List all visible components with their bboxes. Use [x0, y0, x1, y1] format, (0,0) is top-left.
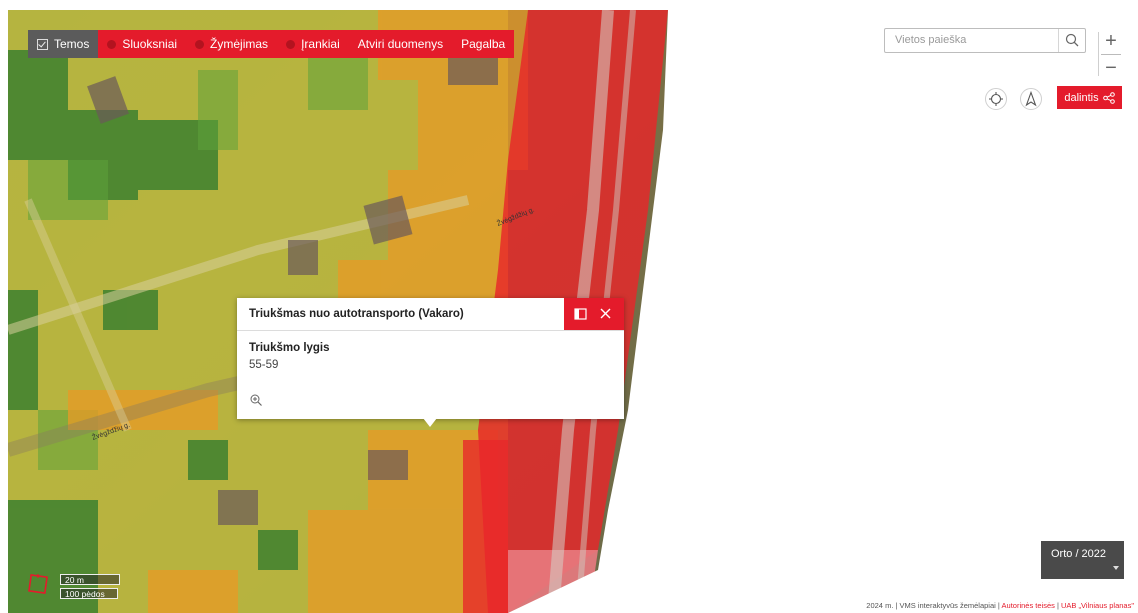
zoom-in-button[interactable]: +	[1098, 28, 1124, 54]
north-button[interactable]	[1020, 88, 1042, 110]
attribution: 2024 m. | VMS interaktyvūs žemėlapiai | …	[866, 601, 1134, 610]
popup-header-buttons	[564, 298, 624, 330]
basemap-selector[interactable]: Orto / 2022	[1041, 541, 1124, 579]
feature-popup: Triukšmas nuo autotransporto (Vakaro) Tr…	[237, 298, 624, 427]
menu-item-label: Pagalba	[461, 37, 506, 51]
popup-field-value: 55-59	[249, 359, 279, 371]
menu-item-label: Sluoksniai	[122, 37, 178, 51]
search-input[interactable]	[893, 33, 1057, 47]
zoom-to-button[interactable]	[249, 393, 263, 407]
crosshair-icon	[989, 92, 1003, 106]
locate-button[interactable]	[985, 88, 1007, 110]
chevron-down-icon	[1113, 566, 1119, 570]
menu-item-zymejimas[interactable]: Žymėjimas	[186, 30, 278, 58]
markup-icon	[195, 39, 205, 49]
basemap-label: Orto / 2022	[1051, 548, 1107, 560]
main-menu: Temos Sluoksniai Žymėjimas Įrankiai Atvi…	[28, 30, 515, 58]
scale-imperial: 100 pėdos	[60, 588, 118, 599]
search-button[interactable]	[1058, 29, 1085, 52]
dock-icon[interactable]	[574, 308, 587, 320]
share-icon	[1102, 91, 1115, 104]
popup-title: Triukšmas nuo autotransporto (Vakaro)	[249, 308, 464, 320]
scale-bar: 20 m 100 pėdos	[60, 574, 120, 599]
menu-item-sluoksniai[interactable]: Sluoksniai	[98, 30, 187, 58]
place-search	[884, 28, 1086, 53]
popup-pointer	[423, 418, 437, 427]
menu-item-label: Įrankiai	[301, 37, 340, 51]
scale-metric: 20 m	[60, 574, 120, 585]
zoom-out-button[interactable]: −	[1098, 55, 1124, 81]
menu-item-label: Atviri duomenys	[357, 37, 444, 51]
zoom-to-icon	[250, 394, 262, 406]
menu-item-pagalba[interactable]: Pagalba	[452, 30, 515, 58]
popup-header: Triukšmas nuo autotransporto (Vakaro)	[237, 298, 624, 331]
checkbox-icon	[37, 38, 48, 50]
menu-item-temos[interactable]: Temos	[28, 30, 99, 58]
compass-arrow-icon	[1025, 91, 1037, 107]
layers-icon	[107, 39, 117, 49]
copyright-link[interactable]: Autorinės teisės	[1002, 601, 1055, 610]
menu-item-label: Žymėjimas	[210, 37, 269, 51]
menu-item-irankiai[interactable]: Įrankiai	[277, 30, 349, 58]
overview-locator-icon[interactable]	[26, 572, 50, 596]
menu-item-atviri-duomenys[interactable]: Atviri duomenys	[348, 30, 453, 58]
tools-icon	[286, 39, 296, 49]
close-icon[interactable]	[600, 308, 611, 319]
share-label: dalintis	[1064, 91, 1099, 104]
zoom-controls: + −	[1098, 28, 1124, 80]
search-icon	[1065, 33, 1079, 47]
attribution-text: 2024 m. | VMS interaktyvūs žemėlapiai |	[866, 601, 1002, 610]
menu-item-label: Temos	[54, 37, 90, 51]
share-button[interactable]: dalintis	[1057, 86, 1122, 109]
popup-field-label: Triukšmo lygis	[249, 342, 330, 354]
company-link[interactable]: UAB „Vilniaus planas"	[1061, 601, 1134, 610]
